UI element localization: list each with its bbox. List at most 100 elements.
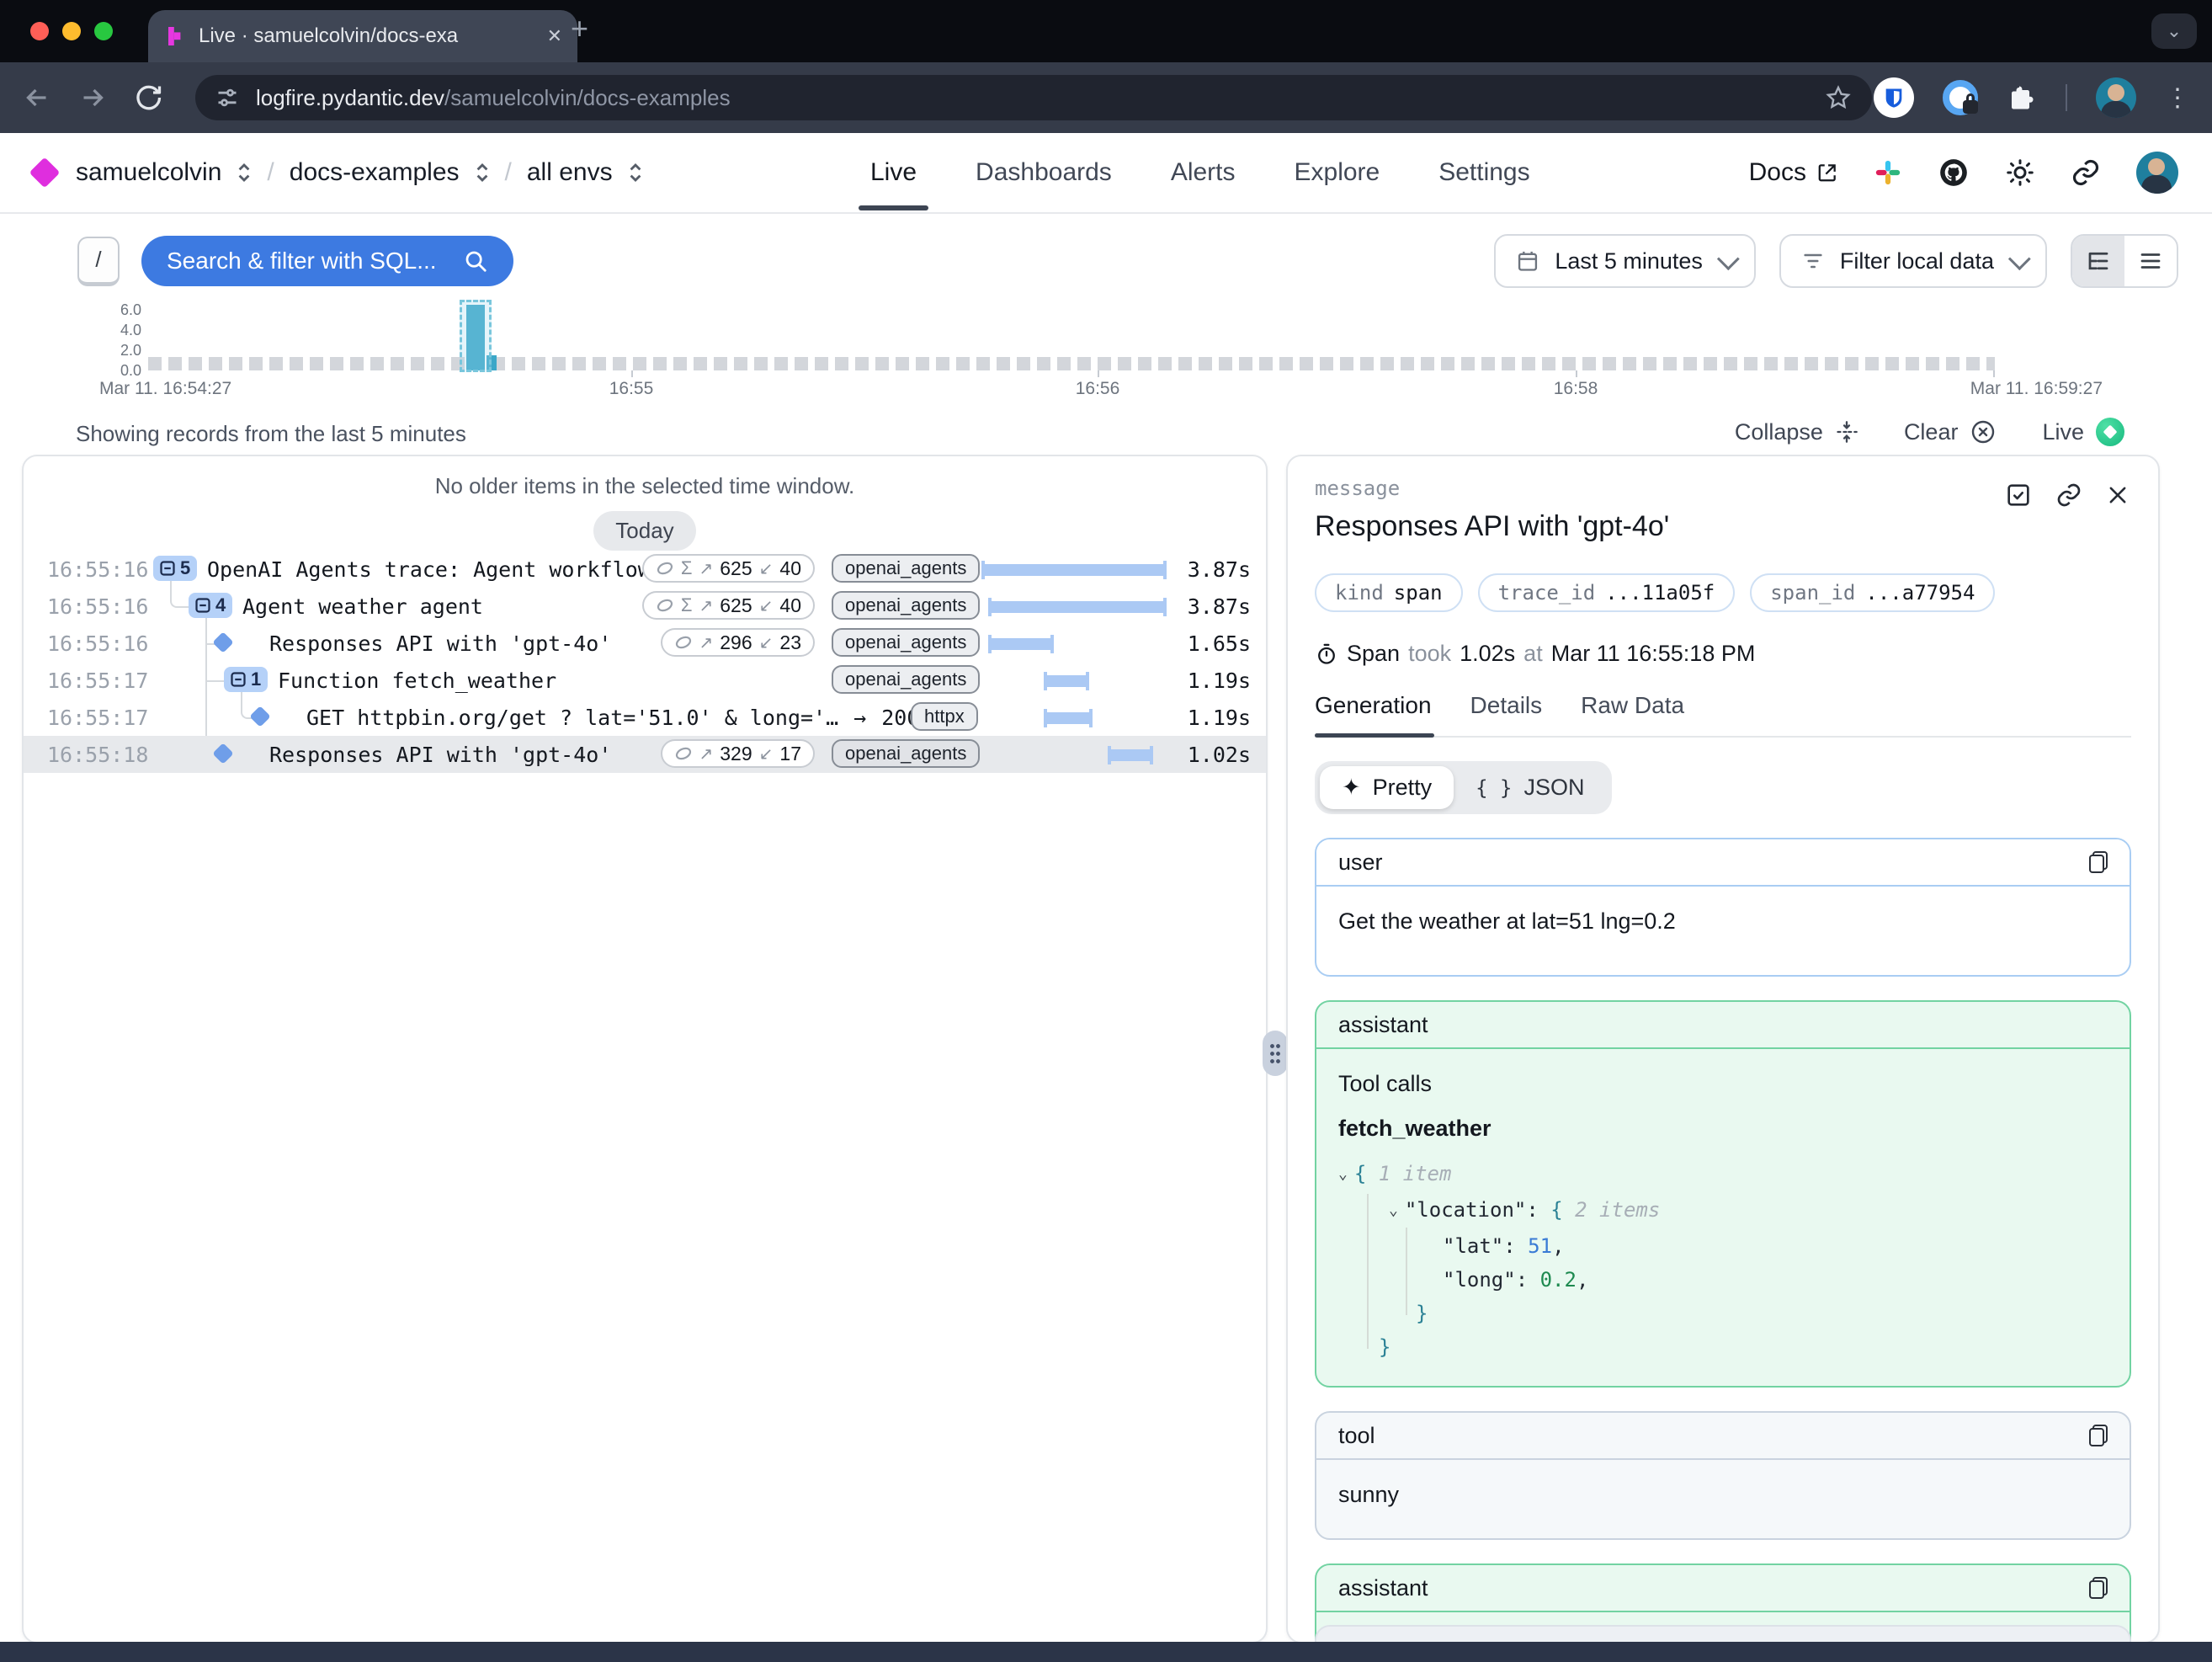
search-filter-button[interactable]: Search & filter with SQL... xyxy=(141,236,513,286)
collapse-chevron-icon[interactable]: ⌄ xyxy=(1338,1158,1348,1191)
collapse-button[interactable]: Collapse xyxy=(1735,419,1858,445)
tab-raw-data[interactable]: Raw Data xyxy=(1581,692,1684,719)
duration-bar xyxy=(1109,749,1151,761)
token-usage-pill: Σ ↗625 ↙40 xyxy=(642,554,815,583)
theme-sun-icon[interactable] xyxy=(2005,157,2035,188)
bitwarden-extension-icon[interactable] xyxy=(1874,77,1914,118)
github-icon[interactable] xyxy=(1938,157,1970,189)
scope-tag[interactable]: openai_agents xyxy=(832,665,980,694)
bookmark-star-icon[interactable] xyxy=(1825,84,1852,111)
breadcrumb: samuelcolvin / docs-examples / all envs xyxy=(76,158,643,187)
nav-tab-explore[interactable]: Explore xyxy=(1295,158,1380,187)
tab-close-icon[interactable]: ✕ xyxy=(547,25,562,47)
today-button[interactable]: Today xyxy=(593,511,695,551)
live-toggle[interactable]: Live xyxy=(2042,418,2124,446)
span-id-pill[interactable]: span_id...a77954 xyxy=(1750,573,1995,612)
clear-button[interactable]: Clear xyxy=(1904,418,1997,445)
collapse-label: Collapse xyxy=(1735,419,1823,445)
scope-tag[interactable]: openai_agents xyxy=(832,739,980,768)
window-close-button[interactable] xyxy=(30,22,49,40)
close-icon[interactable] xyxy=(2106,483,2130,507)
y-tick: 4.0 xyxy=(98,322,141,338)
app-header: samuelcolvin / docs-examples / all envs … xyxy=(0,133,2212,214)
table-row[interactable]: 16:55:16 4 Agent weather agent Σ ↗625 ↙4… xyxy=(24,588,1266,625)
collapse-badge[interactable]: 4 xyxy=(189,593,232,618)
list-view-button[interactable] xyxy=(2124,236,2177,286)
role-label: user xyxy=(1338,850,1383,876)
copy-icon[interactable] xyxy=(2089,1577,2108,1599)
chart-selection-box[interactable] xyxy=(460,300,492,372)
back-icon[interactable] xyxy=(22,83,52,113)
browser-tab[interactable]: Live · samuelcolvin/docs-exa ✕ xyxy=(148,10,577,62)
json-key: "location": xyxy=(1405,1198,1539,1222)
breadcrumb-env[interactable]: all envs xyxy=(527,158,613,187)
detail-tabs: Generation Details Raw Data xyxy=(1315,692,2131,738)
window-minimize-button[interactable] xyxy=(62,22,81,40)
tab-search-button[interactable]: ⌄ xyxy=(2151,13,2197,49)
timeline-chart[interactable]: 6.0 4.0 2.0 0.0 Mar 11. 16:54:27 16:55 1… xyxy=(0,300,2212,411)
brace: } xyxy=(1416,1302,1428,1325)
pretty-view-button[interactable]: ✦ Pretty xyxy=(1320,766,1454,809)
new-tab-button[interactable]: + xyxy=(571,12,588,45)
nav-tab-live[interactable]: Live xyxy=(870,158,917,187)
copy-link-icon[interactable] xyxy=(2055,482,2082,509)
browser-profile-avatar[interactable] xyxy=(2096,77,2136,118)
slack-icon[interactable] xyxy=(1874,158,1902,187)
table-row[interactable]: 16:55:17 GET httpbin.org/get ? lat='51.0… xyxy=(24,699,1266,736)
at-word: at xyxy=(1523,641,1543,667)
site-settings-icon[interactable] xyxy=(215,86,239,109)
reload-icon[interactable] xyxy=(133,83,163,113)
panel-resize-handle[interactable] xyxy=(1263,1031,1288,1076)
updown-chevron-icon[interactable] xyxy=(237,162,252,184)
tab-details[interactable]: Details xyxy=(1470,692,1543,719)
pill-value: ...11a05f xyxy=(1605,581,1715,605)
logfire-logo-icon[interactable] xyxy=(29,157,61,189)
share-link-icon[interactable] xyxy=(2071,157,2101,188)
window-zoom-button[interactable] xyxy=(94,22,113,40)
nav-tab-dashboards[interactable]: Dashboards xyxy=(976,158,1112,187)
table-row-selected[interactable]: 16:55:18 Responses API with 'gpt-4o' ↗32… xyxy=(24,736,1266,773)
nav-tab-alerts[interactable]: Alerts xyxy=(1171,158,1236,187)
extensions-puzzle-icon[interactable] xyxy=(2007,83,2037,113)
address-bar[interactable]: logfire.pydantic.dev/samuelcolvin/docs-e… xyxy=(195,75,1872,120)
copy-icon[interactable] xyxy=(2089,1425,2108,1446)
token-coin-icon xyxy=(656,559,674,578)
collapse-chevron-icon[interactable]: ⌄ xyxy=(1389,1194,1398,1228)
breadcrumb-org[interactable]: samuelcolvin xyxy=(76,158,221,187)
docs-link[interactable]: Docs xyxy=(1749,158,1838,187)
attribute-pills: kindspan trace_id...11a05f span_id...a77… xyxy=(1315,573,2131,612)
breadcrumb-project[interactable]: docs-examples xyxy=(290,158,460,187)
collapse-badge[interactable]: 1 xyxy=(224,667,268,692)
nav-tab-settings[interactable]: Settings xyxy=(1438,158,1529,187)
extensions-row: ⋮ xyxy=(1874,77,2190,118)
scope-tag[interactable]: openai_agents xyxy=(832,628,980,657)
scope-tag[interactable]: httpx xyxy=(911,702,978,731)
table-row[interactable]: 16:55:16 Responses API with 'gpt-4o' ↗29… xyxy=(24,625,1266,662)
browser-menu-icon[interactable]: ⋮ xyxy=(2165,83,2190,113)
collapse-badge[interactable]: 5 xyxy=(153,556,197,581)
updown-chevron-icon[interactable] xyxy=(475,162,490,184)
time-range-select[interactable]: Last 5 minutes xyxy=(1494,234,1756,288)
copy-icon[interactable] xyxy=(2089,851,2108,873)
filter-local-data-select[interactable]: Filter local data xyxy=(1779,234,2047,288)
span-duration: 1.02s xyxy=(1460,641,1515,667)
updown-chevron-icon[interactable] xyxy=(628,162,643,184)
password-extension-icon[interactable] xyxy=(1943,80,1978,115)
json-view-button[interactable]: { } JSON xyxy=(1454,766,1606,809)
trace-id-pill[interactable]: trace_id...11a05f xyxy=(1478,573,1736,612)
child-count: 5 xyxy=(180,557,190,579)
scope-tag[interactable]: openai_agents xyxy=(832,591,980,620)
x-tick-label: Mar 11. 16:54:27 xyxy=(99,379,231,399)
tree-view-button[interactable] xyxy=(2072,236,2124,286)
table-row[interactable]: 16:55:17 1 Function fetch_weather openai… xyxy=(24,662,1266,699)
scope-tag[interactable]: openai_agents xyxy=(832,554,980,583)
table-row[interactable]: 16:55:16 5 OpenAI Agents trace: Agent wo… xyxy=(24,551,1266,588)
x-tick-label: 16:56 xyxy=(1076,379,1120,399)
tab-generation[interactable]: Generation xyxy=(1315,692,1432,719)
archive-check-icon[interactable] xyxy=(2005,482,2032,509)
span-time: 16:55:16 xyxy=(47,631,148,656)
forward-icon[interactable] xyxy=(77,83,108,113)
user-avatar[interactable] xyxy=(2136,152,2178,194)
message-body: Get the weather at lat=51 lng=0.2 xyxy=(1316,887,2130,975)
tool-args-json-tree: ⌄{ 1 item ⌄"location": { 2 items "lat": … xyxy=(1338,1157,2108,1364)
